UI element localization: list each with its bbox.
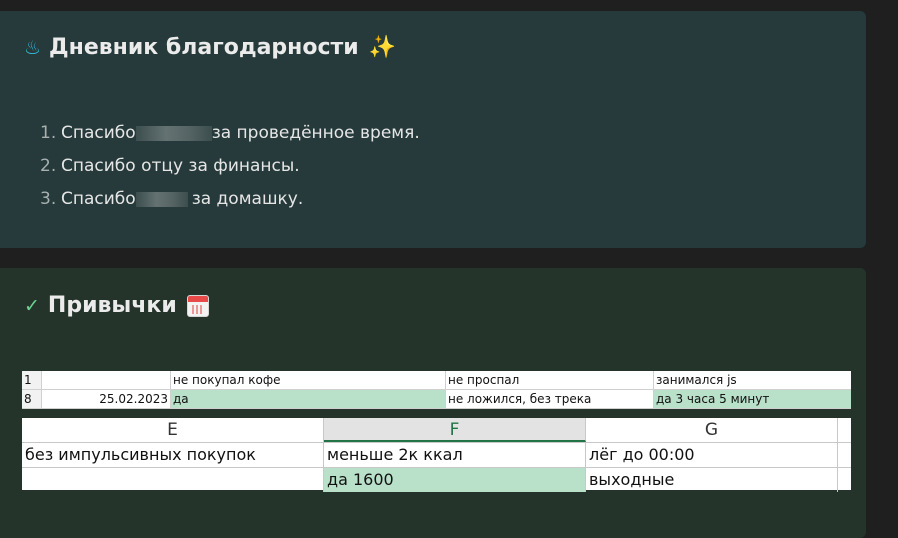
column-header-f: F [324,418,586,442]
table-cell: да 3 часа 5 минут [654,390,851,408]
list-item: 3. Спасибо за домашку. [40,183,420,216]
spreadsheet-snippet-large: E F G без импульсивных покупок меньше 2к… [22,418,851,492]
list-number: 2. [40,156,57,176]
list-text-end: за домашку. [191,189,304,209]
check-icon: ✓ [24,294,40,317]
list-text-start: Спасибо [61,189,136,209]
table-cell: занимался js [656,373,737,387]
table-cell: без импульсивных покупок [22,443,324,467]
table-cell: не покупал кофе [171,371,446,389]
table-cell [838,443,851,467]
table-row: 1 не покупал кофе не проспал занимался j… [22,371,851,390]
table-cell [22,468,324,492]
table-cell: выходные [586,468,838,492]
table-cell: да 1600 [324,468,586,492]
list-number: 3. [40,189,57,209]
list-item: 1. Спасибо за проведённое время. [40,117,420,150]
row-number: 1 [22,371,42,389]
table-row: 8 25.02.2023 да не ложился, без трека да… [22,390,851,409]
list-item: 2. Спасибо отцу за финансы. [40,150,420,183]
list-text-start: Спасибо отцу за финансы. [61,156,300,176]
table-cell [838,468,851,492]
flame-icon: ♨ [24,36,42,59]
sparkles-icon: ✨ [368,35,397,60]
table-cell: не проспал [446,371,654,389]
column-header-e: E [22,418,324,442]
list-text-end: за проведённое время. [211,123,420,143]
gratitude-list: 1. Спасибо за проведённое время. 2. Спас… [40,117,420,216]
table-cell: да [171,390,446,408]
blurred-name [135,192,188,207]
list-text-start: Спасибо [61,123,136,143]
column-header-g: G [586,418,838,442]
table-row: без импульсивных покупок меньше 2к ккал … [22,443,851,468]
table-cell [42,371,171,389]
column-header-edge [838,418,851,442]
spreadsheet-snippet-small: 1 не покупал кофе не проспал занимался j… [22,371,851,409]
table-cell: лёг до 00:00 [586,443,838,467]
gratitude-title: Дневник благодарности [49,35,359,60]
date-cell: 25.02.2023 [42,390,171,408]
habits-title: Привычки [47,293,177,318]
blurred-name [135,126,212,141]
row-number: 8 [22,390,42,408]
list-number: 1. [40,123,57,143]
calendar-icon [186,294,209,317]
table-cell: не ложился, без трека [446,390,654,408]
habits-heading: ✓ Привычки [24,293,209,318]
gratitude-heading: ♨ Дневник благодарности ✨ [24,35,396,60]
table-row: да 1600 выходные [22,468,851,492]
column-header-row: E F G [22,418,851,443]
table-cell: меньше 2к ккал [324,443,586,467]
